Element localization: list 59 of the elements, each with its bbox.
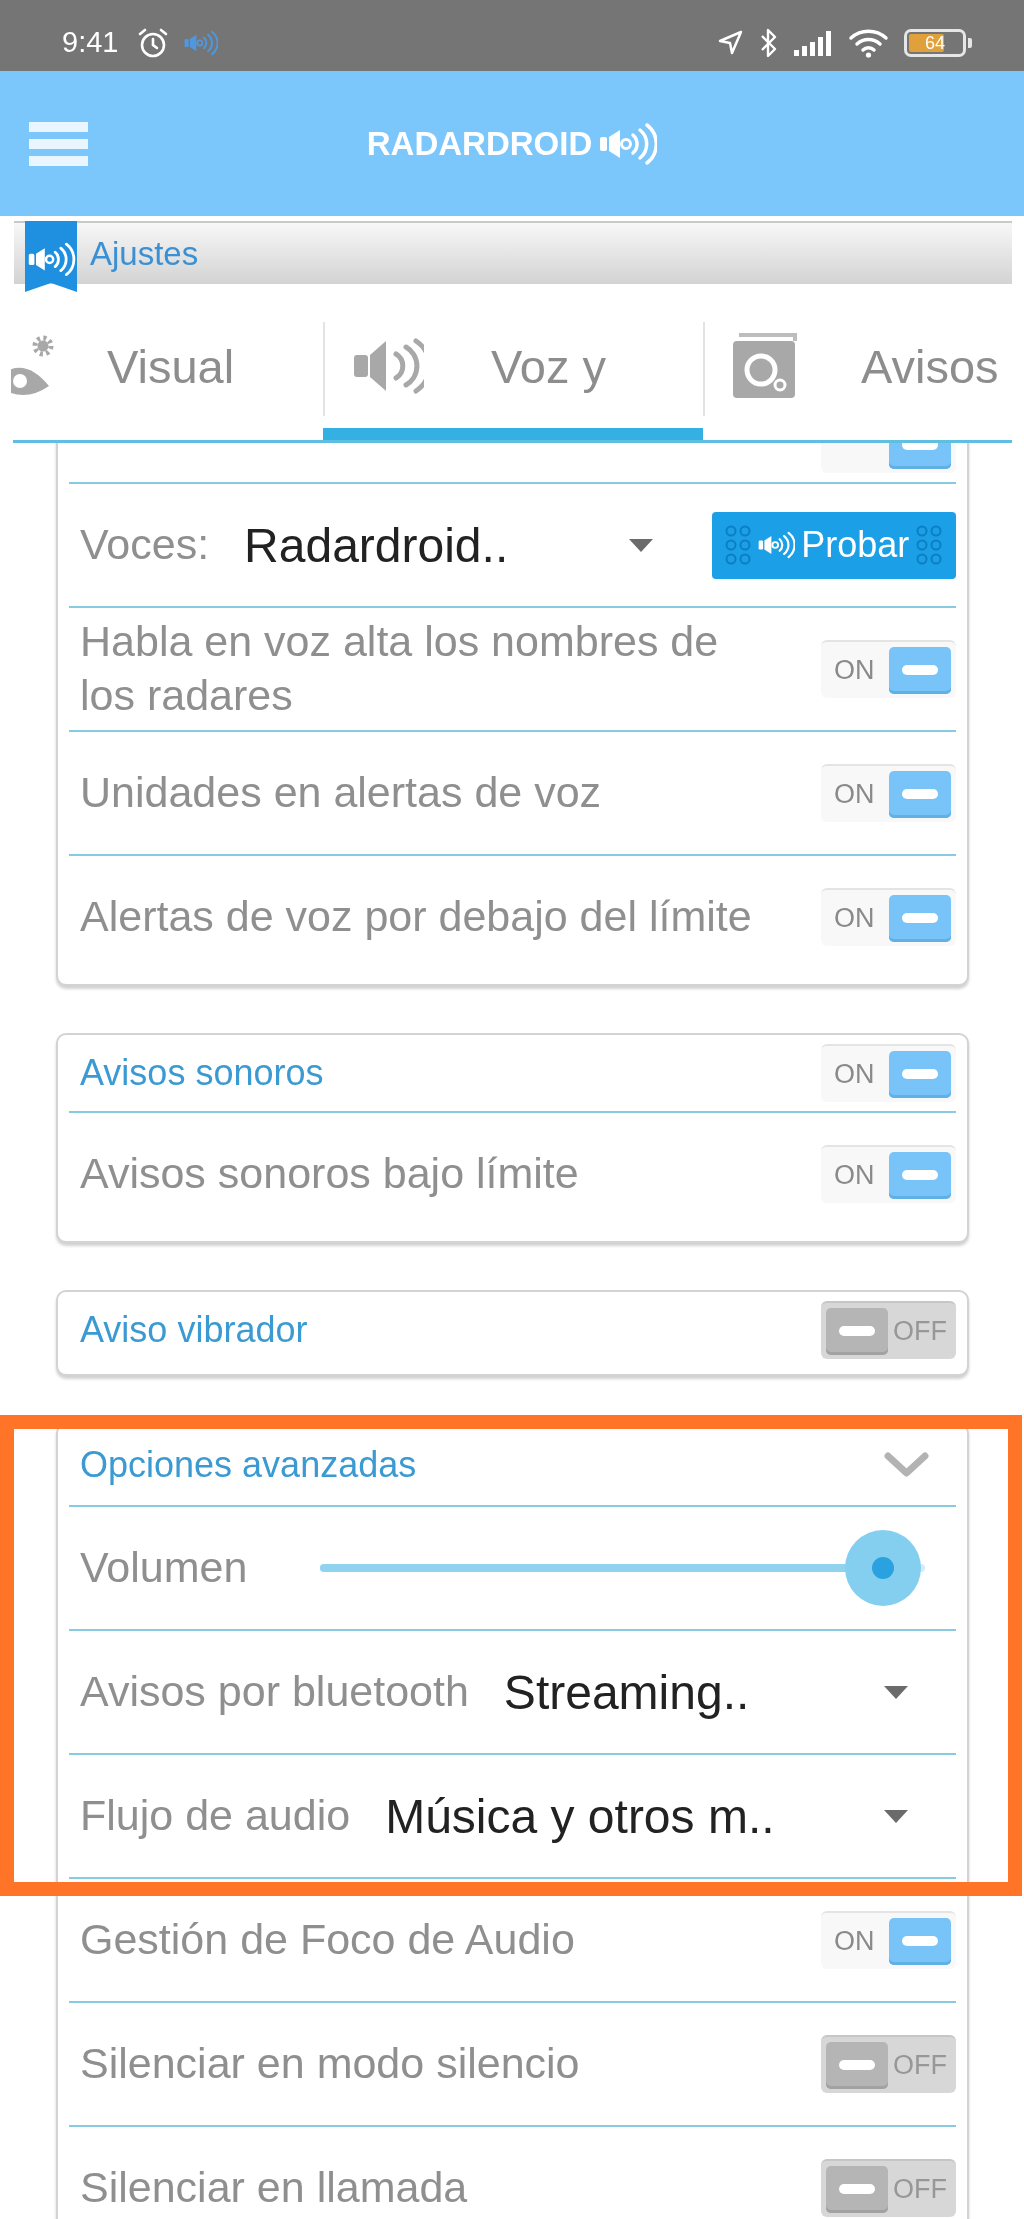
- switch-knob-icon: [889, 1050, 951, 1098]
- section-title: Ajustes: [90, 234, 199, 273]
- setting-label: Avisos sonoros bajo límite: [80, 1148, 580, 1200]
- switch-knob-icon: [826, 2041, 888, 2089]
- menu-icon[interactable]: [29, 121, 88, 166]
- toggle-switch[interactable]: OFF: [821, 2035, 956, 2093]
- caret-icon: [629, 538, 653, 552]
- setting-label: Voces:: [80, 519, 210, 571]
- setting-label: Gestión de Foco de Audio: [80, 1914, 576, 1966]
- setting-label: Volumen: [80, 1542, 248, 1594]
- app-logo-text: RADARDROID: [366, 124, 593, 163]
- dot-grid-icon: [725, 525, 751, 565]
- switch-knob-icon: [889, 646, 951, 694]
- toggle-switch[interactable]: ON: [821, 888, 956, 946]
- signal-icon: [794, 29, 833, 56]
- setting-label: Alertas de voz por debajo del límite: [80, 891, 753, 943]
- section-header: Avisos sonoros: [80, 1052, 324, 1094]
- bluetooth-icon: [759, 27, 779, 58]
- toggle-switch[interactable]: ON: [821, 1145, 956, 1203]
- setting-label: Flujo de audio: [80, 1790, 351, 1842]
- switch-knob-icon: [889, 1151, 951, 1199]
- speaker-waves-icon: [599, 120, 658, 167]
- toggle-switch[interactable]: ON: [821, 764, 956, 822]
- toggle-switch[interactable]: ON: [821, 1044, 956, 1102]
- toggle-switch[interactable]: ON: [821, 1911, 956, 1969]
- switch-knob-icon: [826, 1307, 888, 1355]
- caret-icon: [884, 1809, 908, 1823]
- alarm-clock-icon: [137, 26, 170, 59]
- switch-knob-icon: [889, 894, 951, 942]
- battery-percentage: 64: [925, 33, 945, 52]
- section-header: Aviso vibrador: [80, 1309, 308, 1351]
- toggle-switch[interactable]: OFF: [821, 2159, 956, 2217]
- setting-label: Silenciar en modo silencio: [80, 2038, 581, 2090]
- switch-knob-icon: [889, 770, 951, 818]
- setting-label: Silenciar en llamada: [80, 2162, 469, 2214]
- switch-knob-icon: [889, 1917, 951, 1965]
- speaker-waves-icon: [757, 529, 795, 561]
- dropdown[interactable]: Radardroid..: [244, 517, 653, 573]
- caret-icon: [884, 1685, 908, 1699]
- status-time: 9:41: [62, 26, 119, 59]
- tab[interactable]: Avisos: [703, 284, 1024, 440]
- switch-knob-icon: [826, 2165, 888, 2213]
- toggle-switch[interactable]: OFF: [821, 1301, 956, 1359]
- dropdown[interactable]: Streaming..: [503, 1664, 908, 1720]
- section-header: Opciones avanzadas: [80, 1444, 417, 1486]
- chevron-down-icon[interactable]: [884, 1452, 929, 1478]
- tab[interactable]: Visual: [0, 284, 323, 440]
- setting-label: Avisos por bluetooth: [80, 1666, 469, 1718]
- toggle-switch[interactable]: ON: [821, 640, 956, 698]
- dropdown[interactable]: Música y otros m..: [385, 1788, 908, 1844]
- wifi-icon: [848, 27, 889, 58]
- setting-label: Unidades en alertas de voz: [80, 767, 603, 819]
- speaker-icon: [354, 337, 424, 395]
- dot-grid-icon: [916, 525, 942, 565]
- test-button[interactable]: Probar: [712, 511, 956, 579]
- speaker-waves-icon: [184, 28, 219, 57]
- location-arrow-icon: [717, 29, 744, 56]
- bookmark-speaker-icon: [25, 221, 77, 292]
- setting-label: Habla en voz alta los nombres de los radares: [80, 616, 720, 721]
